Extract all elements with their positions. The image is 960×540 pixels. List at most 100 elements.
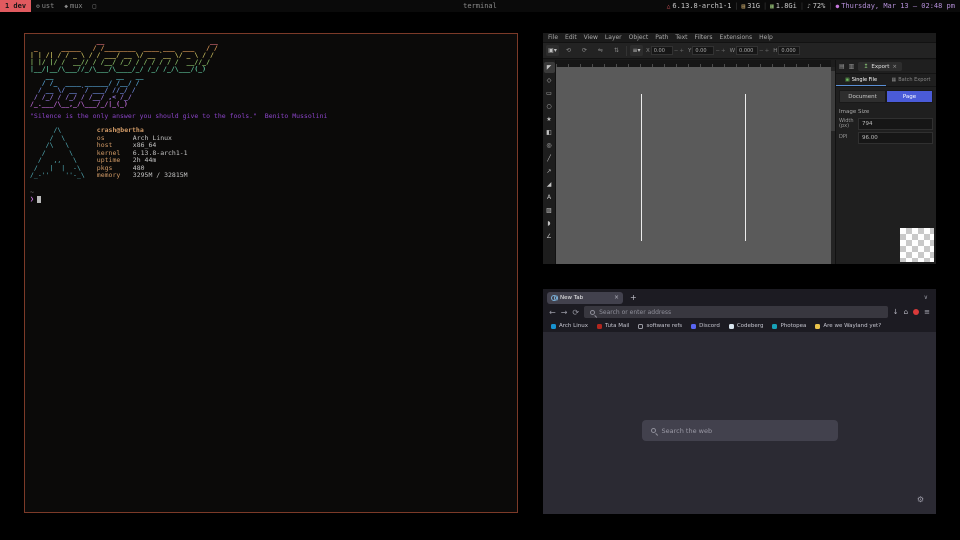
x-coordinate-field: X 0.00 −+ [646,46,685,55]
personalize-gear-icon[interactable]: ⚙ [917,495,924,504]
folder-icon [638,324,643,329]
flip-horizontal-button[interactable]: ⇋ [594,45,607,56]
selection-options-button[interactable]: ▣▾ [546,45,559,56]
workspace-tag-mux[interactable]: ◆ mux [59,0,87,12]
prompt-line[interactable]: ❯ [30,196,512,203]
speaker-icon: ♪ [807,3,811,10]
globe-icon [551,295,557,301]
export-tab[interactable]: ↥ Export × [858,62,902,71]
menu-text[interactable]: Text [675,34,687,41]
field-label: X [646,48,650,54]
page-border-left [641,94,642,241]
batch-export-tab[interactable]: ▦ Batch Export [886,74,936,86]
reload-button[interactable]: ⟳ [572,308,579,317]
width-row: Width (px) 794 [836,116,936,130]
menu-button[interactable]: ≡ [924,308,930,316]
measure-tool[interactable]: ∠ [544,231,555,242]
bookmark-photopea[interactable]: Photopea [772,323,806,329]
w-input[interactable]: 0.000 [736,46,758,55]
align-dropdown-button[interactable]: ≡▾ [630,45,643,56]
box3d-tool[interactable]: ◧ [544,127,555,138]
h-input[interactable]: 0.000 [778,46,800,55]
selector-tool[interactable]: ◤ [544,62,555,73]
export-icon: ↥ [863,63,868,70]
menu-object[interactable]: Object [629,34,649,41]
pen-tool[interactable]: ↗ [544,166,555,177]
favicon [597,324,602,329]
menu-file[interactable]: File [548,34,558,41]
panel-tab-bar: ▤ ▥ ↥ Export × [836,60,936,74]
home-button[interactable]: ⌂ [904,308,908,316]
width-field: W 0.000 −+ [730,46,771,55]
menu-path[interactable]: Path [655,34,668,41]
calligraphy-tool[interactable]: ◢ [544,179,555,190]
rotate-cw-button[interactable]: ⟳ [578,45,591,56]
back-button[interactable]: ← [549,308,556,317]
layers-panel-icon[interactable]: ▥ [849,63,855,70]
tab-list-chevron-icon[interactable]: ∨ [924,294,928,301]
stepper[interactable]: −+ [759,48,770,54]
menu-edit[interactable]: Edit [565,34,577,41]
bookmark-tuta-mail[interactable]: Tuta Mail [597,323,629,329]
forward-button[interactable]: → [561,308,568,317]
square-icon: □ [93,3,97,10]
workspace-tag-dev[interactable]: 1 dev [0,0,31,12]
close-icon[interactable]: × [892,64,897,70]
bookmark-are-we-wayland-yet[interactable]: Are we Wayland yet? [815,323,881,329]
single-file-label: Single File [852,77,877,83]
url-placeholder: Search or enter address [599,309,671,316]
rectangle-tool[interactable]: ▭ [544,88,555,99]
spiral-tool[interactable]: ◎ [544,140,555,151]
downloads-button[interactable]: ↓ [893,308,899,316]
single-file-tab[interactable]: ▣ Single File [836,74,886,86]
stepper[interactable]: −+ [715,48,726,54]
batch-export-label: Batch Export [898,77,930,83]
menu-view[interactable]: View [584,34,598,41]
bookmark-arch-linux[interactable]: Arch Linux [551,323,588,329]
export-width-input[interactable]: 794 [858,118,933,130]
tab-close-icon[interactable]: × [614,294,619,301]
document-mode-button[interactable]: Document [839,90,886,103]
canvas-area[interactable] [556,60,835,264]
edit-panel-icon[interactable]: ▤ [839,63,845,70]
browser-active-tab[interactable]: New Tab × [547,292,623,304]
y-input[interactable]: 0.00 [692,46,714,55]
dropper-tool[interactable]: ◗ [544,218,555,229]
search-placeholder: Search the web [662,427,713,435]
rotate-ccw-button[interactable]: ⟲ [562,45,575,56]
x-input[interactable]: 0.00 [651,46,673,55]
new-tab-button[interactable]: + [630,293,637,302]
prompt-cwd: ~ [30,189,512,196]
bookmark-codeberg[interactable]: Codeberg [729,323,764,329]
flip-vertical-button[interactable]: ⇅ [610,45,623,56]
separator: | [734,2,738,10]
bookmark-folder-software-refs[interactable]: software refs [638,323,682,329]
document-canvas[interactable] [556,67,831,264]
menu-help[interactable]: Help [759,34,773,41]
url-bar[interactable]: Search or enter address [584,306,888,318]
terminal-window[interactable]: __ __ _ _____ / /________ ____ ___ ___ /… [24,33,518,513]
workspace-tag-ust[interactable]: ⚙ ust [31,0,59,12]
volume-module: ♪ 72% [807,2,825,10]
menu-filters[interactable]: Filters [695,34,713,41]
node-tool[interactable]: ◇ [544,75,555,86]
gradient-tool[interactable]: ▨ [544,205,555,216]
stepper[interactable]: −+ [674,48,685,54]
menu-layer[interactable]: Layer [605,34,622,41]
page-mode-button[interactable]: Page [886,90,933,103]
web-search-input[interactable]: Search the web [642,420,838,441]
workspace-tag-empty[interactable]: □ [88,0,102,12]
welcome-banner-ascii: __ __ _ _____ / /________ ____ ___ ___ /… [30,38,512,108]
text-tool[interactable]: A [544,192,555,203]
browser-tab-bar: New Tab × + ∨ [543,289,936,304]
inkscape-tool-controls: ▣▾ ⟲ ⟳ ⇋ ⇅ ≡▾ X 0.00 −+ Y 0.00 −+ W 0.00… [543,43,936,59]
bookmark-discord[interactable]: Discord [691,323,720,329]
extension-icon[interactable] [913,309,919,315]
ellipse-tool[interactable]: ○ [544,101,555,112]
export-dpi-input[interactable]: 96.00 [858,132,933,144]
bookmark-label: Codeberg [737,323,764,329]
star-tool[interactable]: ★ [544,114,555,125]
pencil-tool[interactable]: ╱ [544,153,555,164]
favicon [729,324,734,329]
menu-extensions[interactable]: Extensions [720,34,753,41]
